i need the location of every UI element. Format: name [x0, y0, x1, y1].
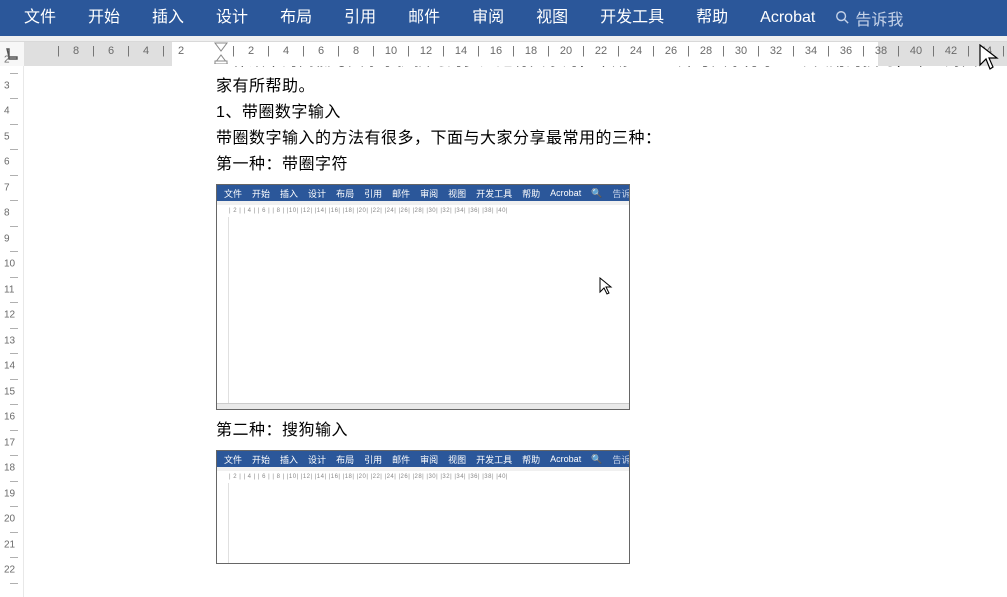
body-text: 第一种：带圈字符: [216, 152, 984, 178]
horizontal-ruler-area: 8|6|4|2|2|4|6|8|10|12|14|16|18|20|22|24|…: [0, 42, 1007, 66]
body-text: 带圈数字输入的方法有很多，下面与大家分享最常用的三种：: [216, 126, 984, 152]
document-page: 工作效率的高低与大家掌握技巧的多少是有关系的，本期 Word 妹与大家分享 4 …: [24, 66, 984, 597]
ribbon-tab-review[interactable]: 审阅: [456, 0, 520, 36]
vertical-ruler[interactable]: 2345678910111213141516171819202122: [0, 66, 24, 597]
ribbon-tab-references[interactable]: 引用: [328, 0, 392, 36]
horizontal-ruler[interactable]: 8|6|4|2|2|4|6|8|10|12|14|16|18|20|22|24|…: [24, 42, 1007, 66]
document-canvas[interactable]: 工作效率的高低与大家掌握技巧的多少是有关系的，本期 Word 妹与大家分享 4 …: [24, 66, 1007, 597]
ribbon-tab-mailings[interactable]: 邮件: [392, 0, 456, 36]
mini-ribbon: 文件开始插入设计布局引用邮件审阅视图开发工具帮助Acrobat 🔍告诉我: [217, 185, 629, 201]
mini-hruler: | 2 | | 4 | | 6 | | 8 | |10| |12| |14| |…: [217, 471, 629, 483]
cursor-icon: [599, 277, 613, 298]
ribbon-tab-file[interactable]: 文件: [8, 0, 72, 36]
ribbon-tab-home[interactable]: 开始: [72, 0, 136, 36]
mini-ribbon: 文件开始插入设计布局引用邮件审阅视图开发工具帮助Acrobat 🔍告诉我: [217, 451, 629, 467]
body-text: 第二种：搜狗输入: [216, 418, 984, 444]
mini-statusbar: [217, 403, 629, 409]
mini-vruler: [217, 483, 229, 563]
embedded-screenshot: 文件开始插入设计布局引用邮件审阅视图开发工具帮助Acrobat 🔍告诉我 | 2…: [216, 450, 630, 564]
ribbon-tab-design[interactable]: 设计: [200, 0, 264, 36]
mini-search-icon: 🔍: [586, 188, 607, 199]
tell-me-search[interactable]: 告诉我: [835, 6, 903, 30]
ribbon: 文件 开始 插入 设计 布局 引用 邮件 审阅 视图 开发工具 帮助 Acrob…: [0, 0, 1007, 36]
ribbon-tab-developer[interactable]: 开发工具: [584, 0, 680, 36]
mini-vruler: [217, 217, 229, 403]
search-icon: [835, 10, 849, 27]
embedded-screenshot: 文件开始插入设计布局引用邮件审阅视图开发工具帮助Acrobat 🔍告诉我 | 2…: [216, 184, 630, 410]
mini-search-icon: 🔍: [586, 454, 607, 465]
mini-hruler: | 2 | | 4 | | 6 | | 8 | |10| |12| |14| |…: [217, 205, 629, 217]
ribbon-tab-acrobat[interactable]: Acrobat: [744, 0, 831, 36]
ribbon-tab-layout[interactable]: 布局: [264, 0, 328, 36]
ribbon-tab-view[interactable]: 视图: [520, 0, 584, 36]
indent-marker-icon[interactable]: [214, 42, 228, 64]
body-text: 1、带圈数字输入: [216, 100, 984, 126]
tell-me-placeholder: 告诉我: [855, 6, 903, 30]
ribbon-tab-help[interactable]: 帮助: [680, 0, 744, 36]
ribbon-tab-insert[interactable]: 插入: [136, 0, 200, 36]
body-text: 工作效率的高低与大家掌握技巧的多少是有关系的，本期 Word 妹与大家分享 4 …: [216, 66, 984, 100]
